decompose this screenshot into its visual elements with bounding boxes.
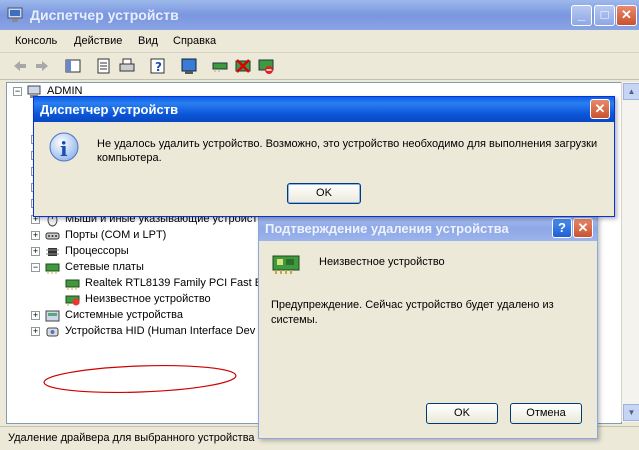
- tree-item-label: Процессоры: [65, 245, 129, 257]
- menu-view[interactable]: Вид: [138, 35, 158, 47]
- tree-item-label: Realtek RTL8139 Family PCI Fast Et: [85, 277, 266, 289]
- menu-bar: Консоль Действие Вид Справка: [0, 30, 639, 53]
- scroll-down-icon[interactable]: ▼: [623, 404, 639, 421]
- expand-icon[interactable]: +: [31, 327, 40, 336]
- uninstall-icon[interactable]: [233, 56, 253, 76]
- collapse-icon[interactable]: −: [31, 263, 40, 272]
- properties-icon[interactable]: [94, 56, 114, 76]
- info-icon: i: [49, 132, 79, 162]
- error-message: Не удалось удалить устройство. Возможно,…: [97, 138, 598, 164]
- svg-text:?: ?: [155, 60, 162, 74]
- console-tree-icon[interactable]: [63, 56, 83, 76]
- confirm-close-button[interactable]: ✕: [573, 218, 593, 238]
- maximize-button[interactable]: □: [594, 5, 615, 26]
- confirm-warning-text: Предупреждение. Сейчас устройство будет …: [271, 299, 554, 326]
- update-driver-icon[interactable]: [210, 56, 230, 76]
- network-card-icon: [45, 263, 60, 274]
- print-icon[interactable]: [117, 56, 137, 76]
- toolbar: ?: [0, 53, 639, 80]
- expand-icon[interactable]: +: [31, 311, 40, 320]
- expand-icon[interactable]: +: [31, 231, 40, 240]
- confirm-dialog-title-bar[interactable]: Подтверждение удаления устройства ? ✕: [259, 216, 597, 241]
- disable-device-icon[interactable]: [256, 56, 276, 76]
- unknown-device-icon: [272, 255, 300, 274]
- hid-icon: [46, 327, 59, 337]
- confirm-uninstall-dialog: Подтверждение удаления устройства ? ✕ Не…: [258, 215, 598, 439]
- expand-icon[interactable]: +: [31, 247, 40, 256]
- tree-item-label: Системные устройства: [65, 309, 184, 321]
- confirm-cancel-button[interactable]: Отмена: [510, 403, 582, 424]
- device-manager-icon: [7, 7, 23, 22]
- tree-item-label: Устройства HID (Human Interface Dev: [65, 325, 256, 337]
- back-arrow-icon[interactable]: [10, 56, 30, 76]
- network-card-icon: [65, 279, 80, 290]
- main-title-bar[interactable]: Диспетчер устройств _ □ ✕: [0, 0, 639, 30]
- error-ok-button[interactable]: OK: [287, 183, 361, 204]
- confirm-ok-button[interactable]: OK: [426, 403, 498, 424]
- minimize-button[interactable]: _: [571, 5, 592, 26]
- scroll-up-icon[interactable]: ▲: [623, 83, 639, 100]
- tree-item-label: Неизвестное устройство: [85, 293, 211, 305]
- confirm-device-name: Неизвестное устройство: [319, 256, 445, 268]
- error-dialog-title-bar[interactable]: Диспетчер устройств ✕: [34, 97, 614, 122]
- menu-help[interactable]: Справка: [173, 35, 216, 47]
- vertical-scrollbar[interactable]: ▲ ▼: [621, 82, 639, 422]
- help-button[interactable]: ?: [552, 218, 572, 238]
- confirm-dialog-title: Подтверждение удаления устройства: [265, 221, 509, 236]
- tree-item-label: Сетевые платы: [65, 261, 144, 273]
- help-icon[interactable]: ?: [148, 56, 168, 76]
- close-button[interactable]: ✕: [616, 5, 637, 26]
- unknown-device-icon: [65, 295, 80, 306]
- error-dialog: Диспетчер устройств ✕ i Не удалось удали…: [33, 96, 615, 217]
- status-text: Удаление драйвера для выбранного устройс…: [8, 432, 255, 444]
- menu-console[interactable]: Консоль: [15, 35, 57, 47]
- system-devices-icon: [45, 310, 60, 322]
- processor-icon: [46, 248, 59, 256]
- menu-action[interactable]: Действие: [74, 35, 122, 47]
- main-window-title: Диспетчер устройств: [30, 7, 179, 23]
- collapse-icon[interactable]: −: [13, 87, 22, 96]
- tree-item-label: Порты (COM и LPT): [65, 229, 167, 241]
- error-dialog-title: Диспетчер устройств: [40, 102, 179, 117]
- svg-text:i: i: [60, 137, 68, 161]
- annotation-circle: [43, 364, 237, 394]
- forward-arrow-icon[interactable]: [32, 56, 52, 76]
- error-close-button[interactable]: ✕: [590, 99, 610, 119]
- scan-hardware-icon[interactable]: [179, 56, 199, 76]
- port-icon: [45, 232, 60, 240]
